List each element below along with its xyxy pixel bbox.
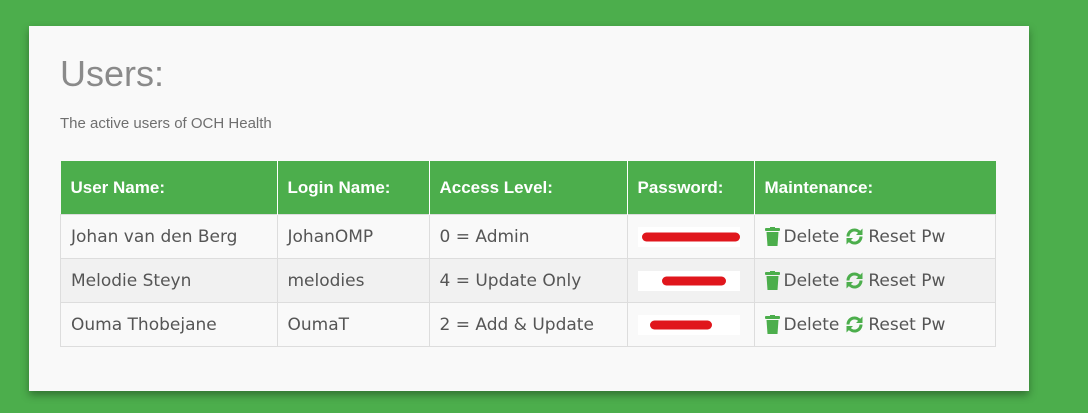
trash-icon [764,227,780,246]
refresh-icon [846,316,863,333]
column-header-maintenance: Maintenance: [754,161,996,215]
delete-label: Delete [783,314,840,335]
refresh-icon [846,272,863,289]
password-scribble [641,232,740,241]
reset-label: Reset Pw [868,314,946,335]
reset-password-button[interactable]: Reset Pw [845,227,945,247]
reset-password-button[interactable]: Reset Pw [845,315,945,335]
table-row: Johan van den Berg JohanOMP 0 = Admin De… [60,214,996,259]
delete-label: Delete [783,270,840,291]
reset-label: Reset Pw [868,270,946,291]
column-header-access-level: Access Level: [429,161,628,215]
trash-icon [764,315,780,334]
trash-icon [764,271,780,290]
delete-label: Delete [783,226,840,247]
cell-login-name: melodies [276,258,430,303]
users-table: User Name: Login Name: Access Level: Pas… [60,161,996,347]
page-subtitle: The active users of OCH Health [60,115,272,132]
cell-access-level: 4 = Update Only [428,258,628,303]
reset-password-button[interactable]: Reset Pw [845,271,945,291]
password-scribble [661,276,726,285]
cell-login-name: OumaT [276,302,430,347]
cell-maintenance: Delete Reset Pw [753,258,996,303]
cell-user-name: Melodie Steyn [60,258,278,303]
cell-login-name: JohanOMP [276,214,430,259]
cell-password [626,302,755,347]
column-header-password: Password: [627,161,755,215]
cell-access-level: 2 = Add & Update [428,302,628,347]
cell-maintenance: Delete Reset Pw [753,302,996,347]
cell-user-name: Ouma Thobejane [60,302,278,347]
cell-maintenance: Delete Reset Pw [753,214,996,259]
refresh-icon [846,228,863,245]
reset-label: Reset Pw [868,226,946,247]
users-card: Users: The active users of OCH Health Us… [29,26,1029,391]
table-header-row: User Name: Login Name: Access Level: Pas… [60,161,996,215]
page-title: Users: [60,53,165,94]
delete-button[interactable]: Delete [764,226,840,247]
table-row: Melodie Steyn melodies 4 = Update Only D… [60,258,996,303]
cell-access-level: 0 = Admin [428,214,628,259]
delete-button[interactable]: Delete [764,270,840,291]
cell-password [626,258,755,303]
cell-user-name: Johan van den Berg [60,214,278,259]
table-row: Ouma Thobejane OumaT 2 = Add & Update De… [60,302,996,347]
password-scribble [649,320,712,329]
column-header-login-name: Login Name: [277,161,430,215]
column-header-user-name: User Name: [60,161,278,215]
delete-button[interactable]: Delete [764,314,840,335]
cell-password [626,214,755,259]
